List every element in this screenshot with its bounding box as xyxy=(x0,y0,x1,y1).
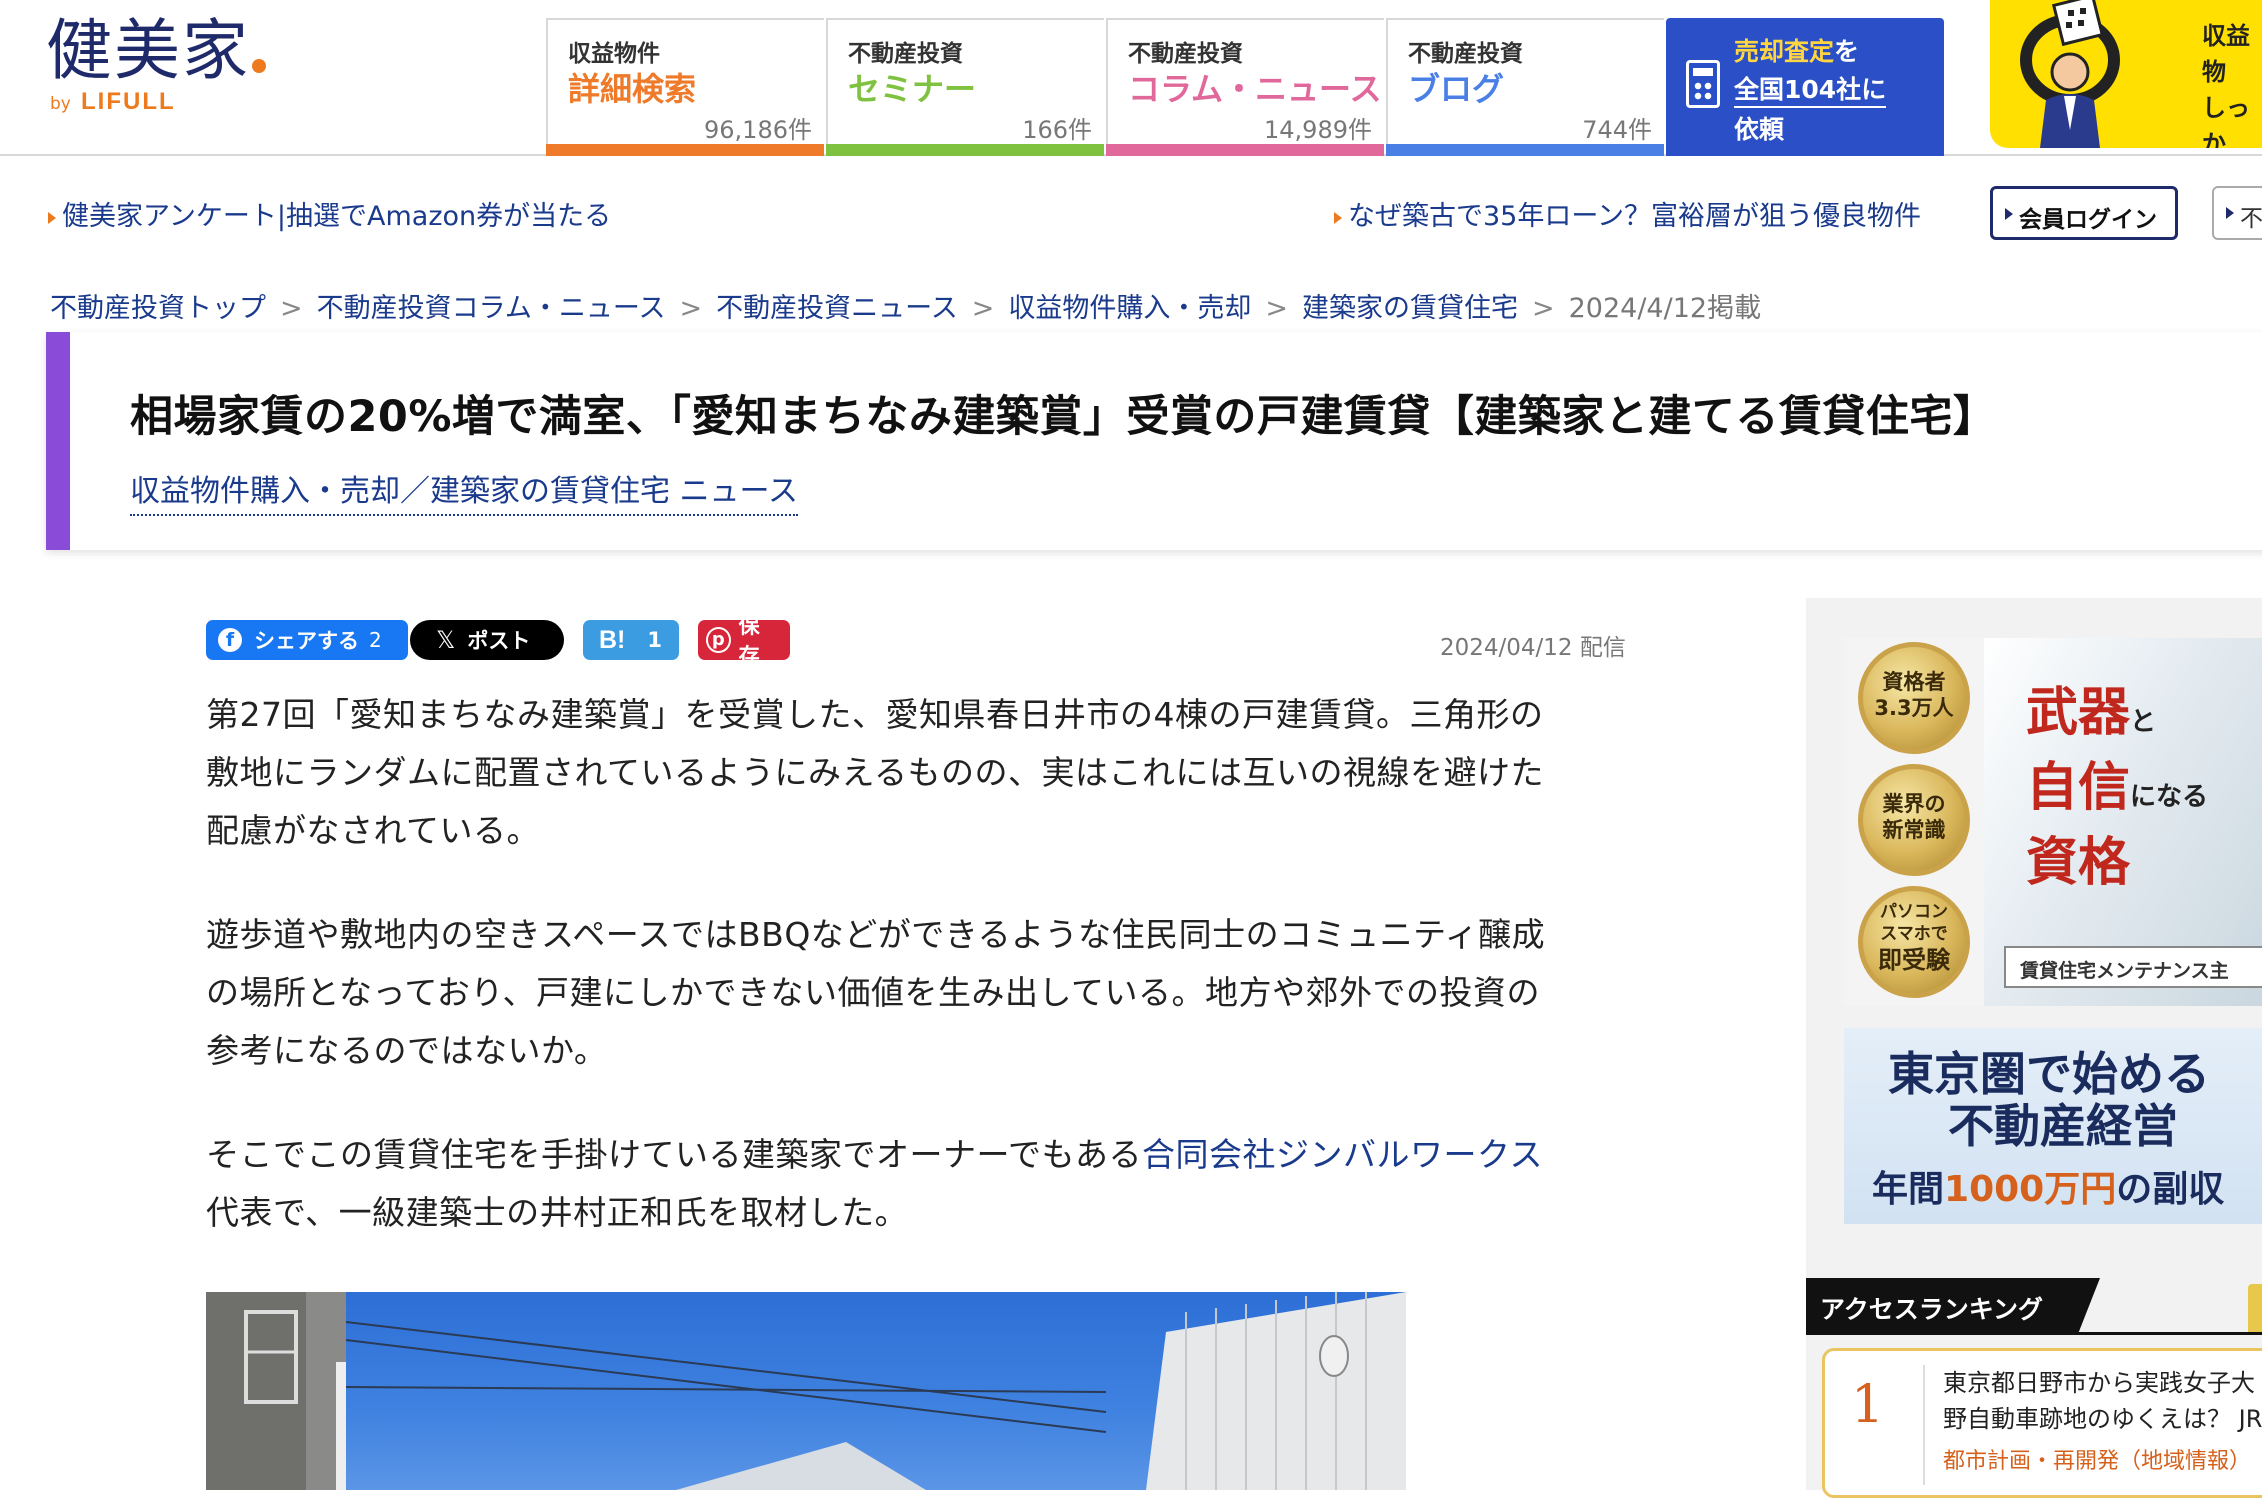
facebook-share-button[interactable]: f シェアする 2 xyxy=(206,620,408,660)
calculator-icon xyxy=(1686,60,1720,108)
sell-tab-line3: 依頼 xyxy=(1734,115,1785,144)
breadcrumb-item[interactable]: 不動産投資ニュース xyxy=(716,293,958,324)
pinterest-icon: p xyxy=(706,627,731,653)
facebook-icon: f xyxy=(218,628,242,652)
pinterest-save-button[interactable]: p 保存 xyxy=(698,614,790,668)
nav-tab-category: 不動産投資 xyxy=(1408,41,1523,67)
nav-tab-category: 不動産投資 xyxy=(848,41,963,67)
nav-tab-seminar[interactable]: 不動産投資 セミナー 166件 xyxy=(826,18,1104,156)
logo-brand: LIFULL xyxy=(81,88,176,115)
nav-tab-color-bar xyxy=(1386,144,1664,156)
breadcrumb-item[interactable]: 収益物件購入・売却 xyxy=(1008,293,1251,324)
ad-headline: 武器と 自信になる 資格 xyxy=(2026,682,2209,893)
article-category-link[interactable]: 収益物件購入・売却／建築家の賃貸住宅 ニュース xyxy=(130,466,799,516)
medal-badge: 業界の 新常識 xyxy=(1858,764,1970,876)
nav-tab-title: セミナー xyxy=(848,70,977,108)
promo-link[interactable]: なぜ築古で35年ローン？富裕層が狙う優良物件 xyxy=(1334,194,1921,233)
article-paragraph: 第27回「愛知まちなみ建築賞」を受賞した、愛知県春日井市の4棟の戸建賃貸。三角形… xyxy=(206,695,1545,850)
article-photo xyxy=(206,1292,1406,1490)
nav-tab-sell-assessment[interactable]: 売却査定を 全国104社に 依頼 xyxy=(1666,18,1944,156)
x-icon: 𝕏 xyxy=(436,626,456,654)
breadcrumb-item[interactable]: 不動産投資コラム・ニュース xyxy=(317,293,666,324)
breadcrumb-separator: > xyxy=(679,293,703,324)
sell-tab-line1: 売却査定を xyxy=(1734,37,1860,66)
site-logo[interactable]: 健美家 by LIFULL xyxy=(46,12,326,122)
nav-tab-color-bar xyxy=(826,144,1104,156)
breadcrumb-item[interactable]: 不動産投資トップ xyxy=(50,293,266,324)
register-button[interactable]: 不 xyxy=(2212,186,2262,240)
sidebar-ad-tokyo-real-estate[interactable]: 東京圏で始める 不動産経営 年間1000万円の副収 xyxy=(1844,1028,2262,1224)
logo-by: by xyxy=(50,94,71,114)
nav-tab-count: 744件 xyxy=(1582,116,1652,144)
breadcrumb: 不動産投資トップ > 不動産投資コラム・ニュース > 不動産投資ニュース > 収益物件購入・… xyxy=(50,286,1761,325)
nav-tab-property-search[interactable]: 収益物件 詳細検索 96,186件 xyxy=(546,18,824,156)
ranking-number: 1 xyxy=(1851,1375,1885,1435)
hatena-bookmark-button[interactable]: B! 1 xyxy=(583,620,679,660)
member-login-button[interactable]: 会員ログイン xyxy=(1990,186,2178,240)
ad-caption: 賃貸住宅メンテナンス主 xyxy=(2004,946,2262,988)
ranking-tab[interactable] xyxy=(2248,1284,2262,1334)
sidebar-ad-qualification[interactable]: 資格者 3.3万人 業界の 新常識 パソコン スマホで 即受験 武器と 自信になる 資格… xyxy=(1844,638,2262,1006)
article-title: 相場家賃の20%増で満室、「愛知まちなみ建築賞」受賞の戸建賃貸【建築家と建てる賃… xyxy=(130,392,1997,442)
hatena-bookmark-count: 1 xyxy=(647,628,663,652)
article-paragraph: そこでこの賃貸住宅を手掛けている建築家でオーナーでもある合同会社ジンバルワークス… xyxy=(206,1135,1544,1232)
logo-mark: 健美家 xyxy=(46,12,250,89)
breadcrumb-separator: > xyxy=(1532,293,1555,324)
nav-tab-count: 14,989件 xyxy=(1264,116,1372,144)
nav-tab-count: 96,186件 xyxy=(704,116,812,144)
facebook-share-count: 2 xyxy=(369,628,382,652)
house-photo-illustration xyxy=(206,1292,1406,1490)
ad-medals: 資格者 3.3万人 業界の 新常識 パソコン スマホで 即受験 xyxy=(1844,638,1984,1006)
ranking-title: 東京都日野市から実践女子大 野自動車跡地のゆくえは？ JR xyxy=(1943,1369,2262,1433)
access-ranking-heading: アクセスランキング xyxy=(1806,1278,2100,1334)
breadcrumb-separator: > xyxy=(971,293,995,324)
ad-headline-line2: 不動産経営 xyxy=(1948,1099,2178,1153)
sidebar: 資格者 3.3万人 業界の 新常識 パソコン スマホで 即受験 武器と 自信になる 資格… xyxy=(1806,598,2262,1498)
nav-tab-title: 詳細検索 xyxy=(568,70,697,108)
published-date: 2024/04/12 配信 xyxy=(1440,635,1626,661)
article-paragraph: 遊歩道や敷地内の空きスペースではBBQなどができるような住民同士のコミュニティ醸… xyxy=(206,915,1546,1070)
triangle-bullet-icon xyxy=(48,211,56,224)
hatena-bookmark-icon: B! xyxy=(599,625,626,654)
breadcrumb-item[interactable]: 建築家の賃貸住宅 xyxy=(1302,293,1518,324)
breadcrumb-separator: > xyxy=(1265,293,1288,324)
top-banner-text: 収益物 しっか > 今 xyxy=(2202,22,2250,148)
nav-tab-blog[interactable]: 不動産投資 ブログ 744件 xyxy=(1386,18,1664,156)
medal-badge: 資格者 3.3万人 xyxy=(1858,642,1970,754)
breadcrumb-separator: > xyxy=(280,293,303,324)
company-link[interactable]: 合同会社ジンバルワークス xyxy=(1142,1135,1543,1174)
nav-tab-column-news[interactable]: 不動産投資 コラム・ニュース 14,989件 xyxy=(1106,18,1384,156)
x-post-button[interactable]: 𝕏 ポスト xyxy=(410,620,564,660)
nav-tab-color-bar xyxy=(1106,144,1384,156)
medal-badge: パソコン スマホで 即受験 xyxy=(1858,886,1970,998)
triangle-bullet-icon xyxy=(2005,208,2013,220)
nav-tab-category: 不動産投資 xyxy=(1128,41,1243,67)
sell-tab-line2: 全国104社に xyxy=(1734,70,1887,108)
nav-tab-title: コラム・ニュース xyxy=(1128,70,1382,108)
top-ad-banner[interactable]: 収益物 しっか > 今 xyxy=(1990,0,2262,148)
survey-link[interactable]: 健美家アンケート|抽選でAmazon券が当たる xyxy=(48,194,611,233)
ranking-tag: 都市計画・再開発（地域情報） xyxy=(1943,1449,2252,1474)
article-header: 相場家賃の20%増で満室、「愛知まちなみ建築賞」受賞の戸建賃貸【建築家と建てる賃… xyxy=(46,332,2262,550)
nav-tab-category: 収益物件 xyxy=(568,41,660,67)
logo-dot xyxy=(252,59,266,73)
breadcrumb-date: 2024/4/12掲載 xyxy=(1568,293,1762,324)
ad-photo: 武器と 自信になる 資格 賃貸住宅メンテナンス主 xyxy=(1984,638,2262,1006)
triangle-bullet-icon xyxy=(1334,211,1342,224)
nav-tab-count: 166件 xyxy=(1022,116,1092,144)
nav-tab-color-bar xyxy=(546,144,824,156)
site-header: 健美家 by LIFULL 収益物件 詳細検索 96,186件 不動産投資 セミ… xyxy=(0,0,2262,156)
ranking-item[interactable]: 1 東京都日野市から実践女子大 野自動車跡地のゆくえは？ JR 都市計画・再開発… xyxy=(1822,1348,2262,1498)
ad-headline-line3: 年間1000万円の副収 xyxy=(1872,1169,2225,1210)
ranking-divider-line xyxy=(1923,1365,1925,1485)
ranking-divider xyxy=(1806,1332,2262,1335)
businessman-illustration-icon xyxy=(2020,0,2120,148)
triangle-bullet-icon xyxy=(2226,207,2234,219)
nav-tab-title: ブログ xyxy=(1408,70,1505,108)
